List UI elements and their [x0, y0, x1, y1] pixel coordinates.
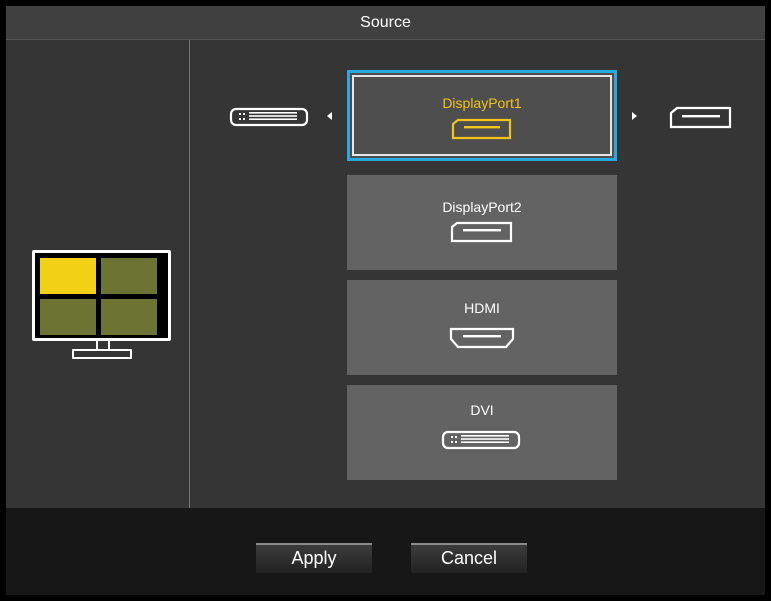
source-tile-displayport1[interactable]: DisplayPort1	[347, 70, 617, 161]
source-tile-dvi[interactable]: DVI	[347, 385, 617, 480]
source-label: DVI	[470, 402, 494, 418]
displayport-icon	[451, 118, 512, 140]
monitor-layout-preview-icon	[32, 250, 171, 367]
panel-divider	[189, 40, 190, 508]
source-dialog: Source DisplayPort1 DisplayPort2 HDMI DV…	[0, 0, 771, 601]
monitor-base	[72, 349, 132, 359]
quadrant-top-left	[40, 258, 96, 294]
quadrant-bottom-right	[101, 299, 157, 335]
hdmi-icon	[449, 327, 515, 349]
dvi-icon	[441, 430, 521, 450]
source-label: HDMI	[464, 300, 500, 316]
apply-button[interactable]: Apply	[256, 543, 372, 573]
dvi-port-icon	[229, 107, 309, 127]
monitor-neck	[96, 341, 110, 349]
source-tile-displayport2[interactable]: DisplayPort2	[347, 175, 617, 270]
quadrant-top-right	[101, 258, 157, 294]
monitor-screen	[32, 250, 171, 341]
dialog-footer	[6, 508, 765, 595]
cancel-button[interactable]: Cancel	[411, 543, 527, 573]
next-source-arrow-icon[interactable]	[632, 112, 637, 120]
source-label: DisplayPort1	[442, 95, 522, 111]
source-label: DisplayPort2	[442, 199, 522, 215]
previous-source-arrow-icon[interactable]	[327, 112, 332, 120]
dialog-title: Source	[6, 6, 765, 40]
displayport-icon	[450, 221, 513, 243]
displayport-port-icon	[669, 106, 732, 129]
source-tile-hdmi[interactable]: HDMI	[347, 280, 617, 375]
quadrant-bottom-left	[40, 299, 96, 335]
